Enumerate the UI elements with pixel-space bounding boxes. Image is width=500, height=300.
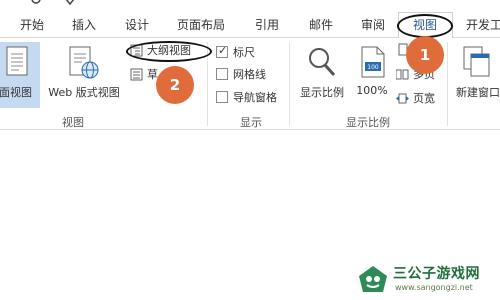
zoom-button[interactable]: 显示比例 (294, 42, 350, 108)
draft-view-button[interactable]: 草 (130, 65, 158, 83)
zoom-group-label: 显示比例 (346, 116, 390, 129)
print-layout-label: 页面视图 (0, 86, 32, 99)
ruler-label: 标尺 (233, 46, 255, 59)
tab-references[interactable]: 引用 (255, 16, 279, 33)
page-width-label: 页宽 (413, 92, 435, 105)
show-group-label: 显示 (240, 116, 262, 129)
ribbon-panel: 页面视图 Web 版式视图 大纲视图 草 视图 (0, 36, 500, 130)
zoom-100-label: 100% (356, 84, 388, 97)
tab-home[interactable]: 开始 (20, 16, 44, 33)
navigation-pane-label: 导航窗格 (233, 91, 277, 104)
gridlines-label: 网格线 (233, 68, 266, 81)
tab-design[interactable]: 设计 (125, 16, 149, 33)
undo-icon[interactable] (30, 0, 42, 7)
tab-developer[interactable]: 开发工 (466, 16, 500, 33)
new-window-button[interactable]: 新建窗口 (452, 42, 500, 108)
watermark-url: www.sangongzi.net (395, 283, 473, 292)
tab-mailings[interactable]: 邮件 (309, 16, 333, 33)
redo-icon[interactable] (64, 0, 76, 7)
views-group-label: 视图 (62, 116, 84, 129)
view-tab-highlight-oval (397, 14, 453, 38)
tab-insert[interactable]: 插入 (72, 16, 96, 33)
page-width-icon (396, 93, 409, 103)
web-layout-icon (69, 46, 99, 79)
navigation-pane-check-icon (216, 91, 228, 103)
ribbon-tab-bar: 开始 插入 设计 页面布局 引用 邮件 审阅 视图 开发工 (0, 10, 500, 38)
magnifier-icon (309, 48, 336, 77)
group-divider (289, 42, 290, 126)
tab-review[interactable]: 审阅 (361, 16, 385, 33)
zoom-100-icon: 100 (361, 46, 385, 78)
site-watermark: 三公子游戏网 www.sangongzi.net (357, 262, 497, 296)
ruler-checkbox[interactable]: 标尺 (216, 43, 255, 61)
web-layout-button[interactable]: Web 版式视图 (44, 42, 124, 108)
zoom-label: 显示比例 (300, 86, 344, 99)
page-width-button[interactable]: 页宽 (396, 89, 435, 107)
print-layout-icon (6, 46, 28, 76)
quick-access-toolbar (0, 0, 500, 10)
print-layout-button[interactable]: 页面视图 (0, 42, 40, 108)
multiple-pages-icon (396, 69, 409, 79)
step-2-badge: 2 (156, 66, 194, 104)
outline-view-highlight-oval (126, 41, 212, 62)
new-window-icon (463, 46, 490, 77)
navigation-pane-checkbox[interactable]: 导航窗格 (216, 88, 277, 106)
group-divider (447, 42, 448, 126)
gridlines-checkbox[interactable]: 网格线 (216, 65, 266, 83)
tab-page-layout[interactable]: 页面布局 (177, 16, 225, 33)
new-window-label: 新建窗口 (456, 86, 500, 99)
svg-text:100: 100 (367, 64, 379, 71)
step-1-badge: 1 (406, 36, 444, 74)
draft-view-icon (130, 68, 143, 80)
zoom-100-button[interactable]: 100 100% (352, 42, 392, 108)
site-logo-icon (359, 266, 387, 292)
gridlines-check-icon (216, 68, 228, 80)
web-layout-label: Web 版式视图 (48, 86, 120, 99)
ruler-check-icon (216, 44, 228, 58)
watermark-title: 三公子游戏网 (393, 266, 480, 282)
